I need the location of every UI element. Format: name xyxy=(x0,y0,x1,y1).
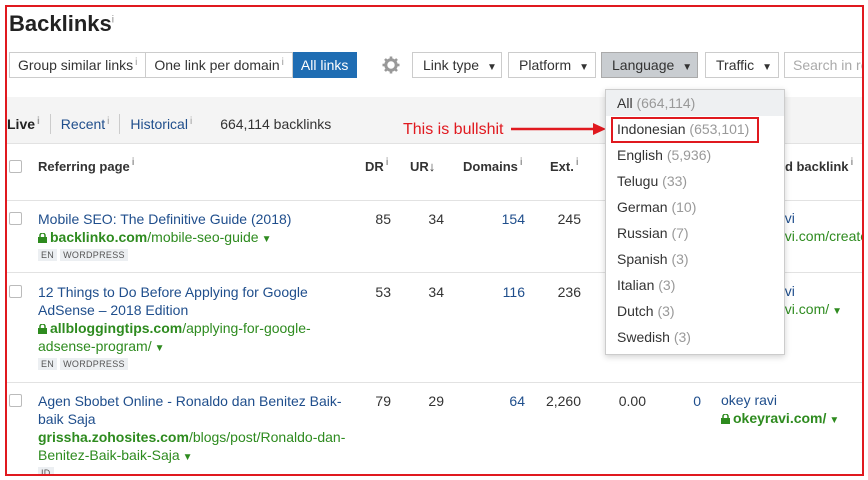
annotation-arrow-icon xyxy=(511,123,606,135)
referring-page-url-link[interactable]: backlinko.com/mobile-seo-guide ▼ xyxy=(38,228,358,249)
lock-icon xyxy=(721,414,730,424)
anchor-url-link[interactable]: avi.com/create- xyxy=(777,228,862,244)
language-badge: EN xyxy=(38,358,58,370)
row-divider xyxy=(7,382,862,383)
platform-badge: WORDPRESS xyxy=(60,358,128,370)
column-anchor-backlink[interactable]: nd backlink i xyxy=(777,157,853,174)
backlink-tabs: Live i Recent i Historical i 664,114 backli… xyxy=(7,114,331,134)
language-option-german[interactable]: German (10) xyxy=(606,194,784,220)
caret-down-icon: ▼ xyxy=(682,62,693,73)
dr-value: 53 xyxy=(375,284,391,300)
row-badges: EN WORDPRESS xyxy=(38,358,128,370)
language-badge: ID xyxy=(38,467,54,474)
caret-down-icon[interactable]: ▼ xyxy=(262,234,272,245)
referring-page-url-link[interactable]: grissha.zohosites.com/blogs/post/Ronaldo… xyxy=(38,428,358,467)
language-option-italian[interactable]: Italian (3) xyxy=(606,272,784,298)
page-title: Backlinksi xyxy=(9,11,114,36)
anchor-text-link[interactable]: okey ravi xyxy=(721,392,777,408)
ur-value: 29 xyxy=(428,393,444,409)
referring-page-title-link[interactable]: Agen Sbobet Online - Ronaldo dan Benitez… xyxy=(38,392,348,428)
ext-value: 236 xyxy=(557,284,581,300)
referring-page-url-link[interactable]: allbloggingtips.com/applying-for-google-… xyxy=(38,319,358,358)
referring-page-title-link[interactable]: 12 Things to Do Before Applying for Goog… xyxy=(38,283,348,319)
group-similar-links-button[interactable]: Group similar links i xyxy=(9,52,147,78)
language-badge: EN xyxy=(38,249,58,261)
backlinks-count: 664,114 backlinks xyxy=(220,116,332,132)
language-option-telugu[interactable]: Telugu (33) xyxy=(606,168,784,194)
referring-page-title-link[interactable]: Mobile SEO: The Definitive Guide (2018) xyxy=(38,210,348,228)
caret-down-icon: ▼ xyxy=(579,62,590,73)
language-option-spanish[interactable]: Spanish (3) xyxy=(606,246,784,272)
caret-down-icon: ▼ xyxy=(762,62,773,73)
column-ur[interactable]: UR↓ xyxy=(410,159,435,174)
select-all-checkbox[interactable] xyxy=(9,160,22,173)
column-ext[interactable]: Ext. i xyxy=(550,157,579,174)
domains-link[interactable]: 154 xyxy=(477,211,525,227)
caret-down-icon[interactable]: ▼ xyxy=(155,343,165,354)
link-type-dropdown[interactable]: Link type ▼ xyxy=(412,52,502,78)
row-badges: ID xyxy=(38,467,54,474)
language-dropdown[interactable]: Language ▼ xyxy=(601,52,698,78)
caret-down-icon[interactable]: ▼ xyxy=(829,415,839,426)
language-option-swedish[interactable]: Swedish (3) xyxy=(606,324,784,350)
row-checkbox[interactable] xyxy=(9,394,22,407)
platform-dropdown[interactable]: Platform ▼ xyxy=(508,52,596,78)
anchor-url-link[interactable]: okeyravi.com/▼ xyxy=(721,410,839,426)
annotation-highlight-box xyxy=(611,117,759,143)
lock-icon xyxy=(38,324,47,334)
dr-value: 85 xyxy=(375,211,391,227)
row-checkbox[interactable] xyxy=(9,212,22,225)
tab-live[interactable]: Live i xyxy=(7,114,51,134)
platform-badge: WORDPRESS xyxy=(60,249,128,261)
traffic-dropdown[interactable]: Traffic ▼ xyxy=(705,52,779,78)
anchor-url-link[interactable]: avi.com/▼ xyxy=(777,301,842,317)
tab-recent[interactable]: Recent i xyxy=(51,114,121,134)
domains-link[interactable]: 64 xyxy=(477,393,525,409)
link-mode-group: Group similar links i One link per domain… xyxy=(9,52,358,78)
domains-link[interactable]: 116 xyxy=(477,284,525,300)
all-links-button[interactable]: All links xyxy=(292,52,358,78)
language-option-dutch[interactable]: Dutch (3) xyxy=(606,298,784,324)
column-dr[interactable]: DR i xyxy=(365,157,389,174)
lock-icon xyxy=(38,233,47,243)
tab-historical[interactable]: Historical i xyxy=(120,114,202,134)
caret-down-icon: ▼ xyxy=(487,62,497,73)
column-referring-page[interactable]: Referring page i xyxy=(38,157,135,174)
ur-value: 34 xyxy=(428,284,444,300)
gear-icon[interactable] xyxy=(382,56,400,74)
row-checkbox[interactable] xyxy=(9,285,22,298)
column-domains[interactable]: Domains i xyxy=(463,157,523,174)
language-option-russian[interactable]: Russian (7) xyxy=(606,220,784,246)
ur-value: 34 xyxy=(428,211,444,227)
ext-value: 2,260 xyxy=(545,393,581,409)
metric-value: 0.00 xyxy=(618,393,646,409)
ext-value: 245 xyxy=(557,211,581,227)
metric-link[interactable]: 0 xyxy=(667,393,701,409)
dr-value: 79 xyxy=(375,393,391,409)
row-badges: EN WORDPRESS xyxy=(38,249,128,261)
one-link-per-domain-button[interactable]: One link per domain i xyxy=(146,52,293,78)
language-option-english[interactable]: English (5,936) xyxy=(606,142,784,168)
caret-down-icon[interactable]: ▼ xyxy=(832,306,842,317)
language-option-all[interactable]: All (664,114) xyxy=(606,90,784,116)
screenshot-frame: Backlinksi Group similar links i One link… xyxy=(5,5,864,476)
sort-down-icon: ↓ xyxy=(428,159,436,174)
search-input[interactable]: Search in re xyxy=(784,52,862,78)
annotation-text: This is bullshit xyxy=(403,121,504,138)
caret-down-icon[interactable]: ▼ xyxy=(183,452,193,463)
